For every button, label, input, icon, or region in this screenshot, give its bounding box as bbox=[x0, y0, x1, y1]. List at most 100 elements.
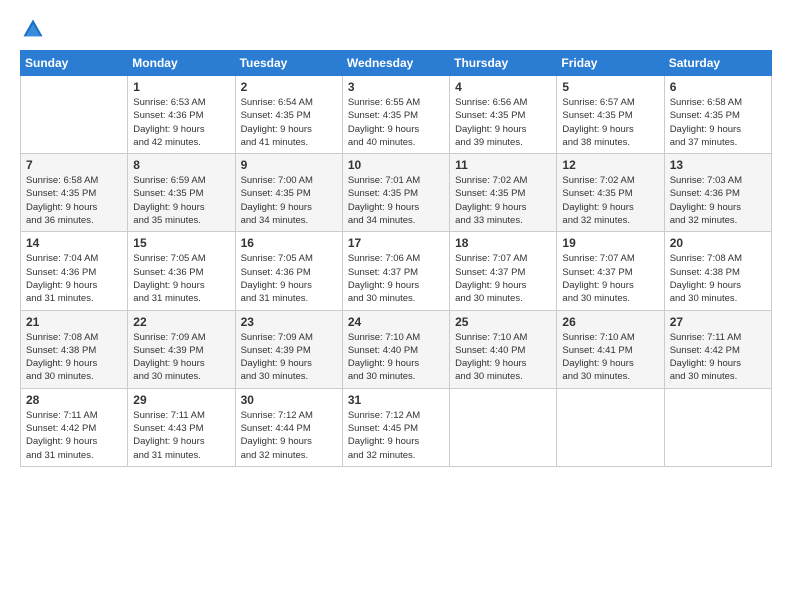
day-number: 7 bbox=[26, 158, 122, 172]
calendar-cell: 6 Sunrise: 6:58 AMSunset: 4:35 PMDaylight… bbox=[664, 76, 771, 154]
day-number: 12 bbox=[562, 158, 658, 172]
day-info: Sunrise: 7:08 AMSunset: 4:38 PMDaylight:… bbox=[670, 252, 766, 305]
calendar-cell: 5 Sunrise: 6:57 AMSunset: 4:35 PMDaylight… bbox=[557, 76, 664, 154]
calendar-cell: 9 Sunrise: 7:00 AMSunset: 4:35 PMDaylight… bbox=[235, 154, 342, 232]
day-number: 29 bbox=[133, 393, 229, 407]
day-number: 5 bbox=[562, 80, 658, 94]
day-info: Sunrise: 7:00 AMSunset: 4:35 PMDaylight:… bbox=[241, 174, 337, 227]
day-number: 19 bbox=[562, 236, 658, 250]
day-info: Sunrise: 7:05 AMSunset: 4:36 PMDaylight:… bbox=[241, 252, 337, 305]
day-info: Sunrise: 7:02 AMSunset: 4:35 PMDaylight:… bbox=[455, 174, 551, 227]
calendar-cell: 7 Sunrise: 6:58 AMSunset: 4:35 PMDaylight… bbox=[21, 154, 128, 232]
calendar-cell: 27Sunrise: 7:11 AMSunset: 4:42 PMDayligh… bbox=[664, 310, 771, 388]
day-info: Sunrise: 7:11 AMSunset: 4:42 PMDaylight:… bbox=[670, 331, 766, 384]
day-number: 6 bbox=[670, 80, 766, 94]
weekday-header-tuesday: Tuesday bbox=[235, 51, 342, 76]
day-number: 4 bbox=[455, 80, 551, 94]
day-info: Sunrise: 7:11 AMSunset: 4:43 PMDaylight:… bbox=[133, 409, 229, 462]
calendar-week-4: 21 Sunrise: 7:08 AMSunset: 4:38 PMDayligh… bbox=[21, 310, 772, 388]
day-info: Sunrise: 7:08 AMSunset: 4:38 PMDaylight:… bbox=[26, 331, 122, 384]
day-info: Sunrise: 7:05 AMSunset: 4:36 PMDaylight:… bbox=[133, 252, 229, 305]
calendar-cell: 24 Sunrise: 7:10 AMSunset: 4:40 PMDayligh… bbox=[342, 310, 449, 388]
day-info: Sunrise: 7:11 AMSunset: 4:42 PMDaylight:… bbox=[26, 409, 122, 462]
day-number: 20 bbox=[670, 236, 766, 250]
day-number: 8 bbox=[133, 158, 229, 172]
calendar-cell: 11 Sunrise: 7:02 AMSunset: 4:35 PMDayligh… bbox=[450, 154, 557, 232]
day-number: 14 bbox=[26, 236, 122, 250]
calendar-cell: 14 Sunrise: 7:04 AMSunset: 4:36 PMDayligh… bbox=[21, 232, 128, 310]
day-info: Sunrise: 6:58 AMSunset: 4:35 PMDaylight:… bbox=[26, 174, 122, 227]
calendar-cell: 13 Sunrise: 7:03 AMSunset: 4:36 PMDayligh… bbox=[664, 154, 771, 232]
calendar-cell: 18 Sunrise: 7:07 AMSunset: 4:37 PMDayligh… bbox=[450, 232, 557, 310]
day-number: 25 bbox=[455, 315, 551, 329]
calendar-cell: 22 Sunrise: 7:09 AMSunset: 4:39 PMDayligh… bbox=[128, 310, 235, 388]
day-info: Sunrise: 7:04 AMSunset: 4:36 PMDaylight:… bbox=[26, 252, 122, 305]
weekday-header-monday: Monday bbox=[128, 51, 235, 76]
calendar-cell: 21 Sunrise: 7:08 AMSunset: 4:38 PMDayligh… bbox=[21, 310, 128, 388]
calendar-week-5: 28 Sunrise: 7:11 AMSunset: 4:42 PMDayligh… bbox=[21, 388, 772, 466]
day-info: Sunrise: 6:57 AMSunset: 4:35 PMDaylight:… bbox=[562, 96, 658, 149]
day-info: Sunrise: 7:09 AMSunset: 4:39 PMDaylight:… bbox=[241, 331, 337, 384]
day-number: 30 bbox=[241, 393, 337, 407]
day-number: 18 bbox=[455, 236, 551, 250]
calendar-cell: 17Sunrise: 7:06 AMSunset: 4:37 PMDayligh… bbox=[342, 232, 449, 310]
day-number: 13 bbox=[670, 158, 766, 172]
day-info: Sunrise: 7:09 AMSunset: 4:39 PMDaylight:… bbox=[133, 331, 229, 384]
day-number: 11 bbox=[455, 158, 551, 172]
calendar-cell: 3 Sunrise: 6:55 AMSunset: 4:35 PMDaylight… bbox=[342, 76, 449, 154]
calendar-cell: 25 Sunrise: 7:10 AMSunset: 4:40 PMDayligh… bbox=[450, 310, 557, 388]
calendar-cell: 23 Sunrise: 7:09 AMSunset: 4:39 PMDayligh… bbox=[235, 310, 342, 388]
day-info: Sunrise: 7:02 AMSunset: 4:35 PMDaylight:… bbox=[562, 174, 658, 227]
header bbox=[20, 18, 772, 40]
calendar-cell bbox=[557, 388, 664, 466]
day-number: 24 bbox=[348, 315, 444, 329]
day-number: 31 bbox=[348, 393, 444, 407]
weekday-header-sunday: Sunday bbox=[21, 51, 128, 76]
day-number: 28 bbox=[26, 393, 122, 407]
calendar-cell: 30Sunrise: 7:12 AMSunset: 4:44 PMDayligh… bbox=[235, 388, 342, 466]
day-number: 21 bbox=[26, 315, 122, 329]
day-number: 3 bbox=[348, 80, 444, 94]
calendar-cell bbox=[450, 388, 557, 466]
day-info: Sunrise: 7:07 AMSunset: 4:37 PMDaylight:… bbox=[455, 252, 551, 305]
calendar-cell: 19 Sunrise: 7:07 AMSunset: 4:37 PMDayligh… bbox=[557, 232, 664, 310]
calendar-table: SundayMondayTuesdayWednesdayThursdayFrid… bbox=[20, 50, 772, 467]
calendar-cell: 29 Sunrise: 7:11 AMSunset: 4:43 PMDayligh… bbox=[128, 388, 235, 466]
day-number: 1 bbox=[133, 80, 229, 94]
calendar-cell: 20 Sunrise: 7:08 AMSunset: 4:38 PMDayligh… bbox=[664, 232, 771, 310]
day-info: Sunrise: 7:12 AMSunset: 4:45 PMDaylight:… bbox=[348, 409, 444, 462]
day-info: Sunrise: 7:01 AMSunset: 4:35 PMDaylight:… bbox=[348, 174, 444, 227]
day-info: Sunrise: 6:56 AMSunset: 4:35 PMDaylight:… bbox=[455, 96, 551, 149]
day-number: 23 bbox=[241, 315, 337, 329]
day-number: 15 bbox=[133, 236, 229, 250]
day-info: Sunrise: 7:10 AMSunset: 4:40 PMDaylight:… bbox=[455, 331, 551, 384]
day-info: Sunrise: 6:58 AMSunset: 4:35 PMDaylight:… bbox=[670, 96, 766, 149]
weekday-header-row: SundayMondayTuesdayWednesdayThursdayFrid… bbox=[21, 51, 772, 76]
day-info: Sunrise: 7:07 AMSunset: 4:37 PMDaylight:… bbox=[562, 252, 658, 305]
day-info: Sunrise: 6:59 AMSunset: 4:35 PMDaylight:… bbox=[133, 174, 229, 227]
calendar-cell bbox=[664, 388, 771, 466]
weekday-header-wednesday: Wednesday bbox=[342, 51, 449, 76]
calendar-cell: 31 Sunrise: 7:12 AMSunset: 4:45 PMDayligh… bbox=[342, 388, 449, 466]
day-info: Sunrise: 7:10 AMSunset: 4:40 PMDaylight:… bbox=[348, 331, 444, 384]
day-number: 10 bbox=[348, 158, 444, 172]
calendar-cell: 2 Sunrise: 6:54 AMSunset: 4:35 PMDaylight… bbox=[235, 76, 342, 154]
day-info: Sunrise: 6:53 AMSunset: 4:36 PMDaylight:… bbox=[133, 96, 229, 149]
day-info: Sunrise: 7:03 AMSunset: 4:36 PMDaylight:… bbox=[670, 174, 766, 227]
day-info: Sunrise: 6:54 AMSunset: 4:35 PMDaylight:… bbox=[241, 96, 337, 149]
day-number: 2 bbox=[241, 80, 337, 94]
day-info: Sunrise: 6:55 AMSunset: 4:35 PMDaylight:… bbox=[348, 96, 444, 149]
day-number: 16 bbox=[241, 236, 337, 250]
calendar-cell: 28 Sunrise: 7:11 AMSunset: 4:42 PMDayligh… bbox=[21, 388, 128, 466]
day-number: 22 bbox=[133, 315, 229, 329]
logo bbox=[20, 18, 46, 40]
weekday-header-friday: Friday bbox=[557, 51, 664, 76]
day-info: Sunrise: 7:10 AMSunset: 4:41 PMDaylight:… bbox=[562, 331, 658, 384]
calendar-week-3: 14 Sunrise: 7:04 AMSunset: 4:36 PMDayligh… bbox=[21, 232, 772, 310]
weekday-header-saturday: Saturday bbox=[664, 51, 771, 76]
weekday-header-thursday: Thursday bbox=[450, 51, 557, 76]
day-number: 9 bbox=[241, 158, 337, 172]
day-number: 17 bbox=[348, 236, 444, 250]
calendar-cell: 4 Sunrise: 6:56 AMSunset: 4:35 PMDaylight… bbox=[450, 76, 557, 154]
calendar-cell bbox=[21, 76, 128, 154]
